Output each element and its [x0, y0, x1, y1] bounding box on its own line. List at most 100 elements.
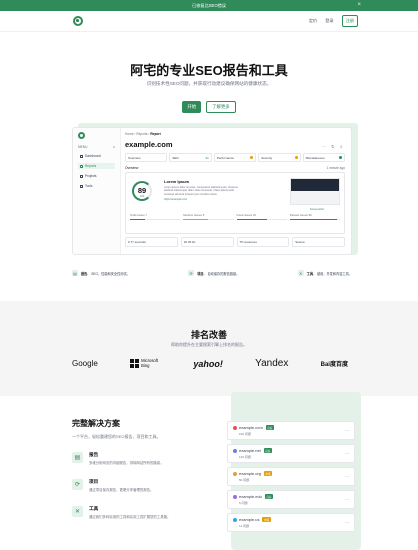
tab-performance[interactable]: Performance — [213, 153, 257, 162]
stat-resources: 75 resources — [236, 237, 290, 247]
tab-security[interactable]: Security — [258, 153, 301, 162]
more-icon[interactable]: ⋯ — [345, 474, 349, 479]
breadcrumb-current: Report — [150, 132, 161, 136]
report-toolbar: ⋯ ↻ ⇩ — [322, 144, 343, 149]
solution-desc: 通过我们多种实用的工具和实用工具扩展您的工具箱。 — [89, 515, 171, 519]
start-button[interactable]: 开始 — [182, 101, 202, 113]
more-icon[interactable]: ⋯ — [345, 497, 349, 502]
status-dot-icon — [250, 155, 254, 159]
site-card-header: example.us 中等 — [233, 517, 349, 522]
feature-tools: ✕ 工具. 被用，开发和内容工具。 — [297, 270, 352, 276]
metric-bar-fill — [183, 219, 209, 221]
site-card[interactable]: example.edu 良好 5 问题 ⋯ — [227, 490, 355, 509]
solution-desc: 通过项目保存报告，更便分享管理的报告。 — [89, 488, 154, 492]
solutions-subtitle: 一个平台，轻松重建您的SEO报告，项目和工具。 — [72, 434, 161, 439]
tab-miscellaneous[interactable]: Miscellaneous — [302, 153, 346, 162]
projects-icon — [80, 174, 83, 178]
stat-security: Secure — [292, 237, 345, 247]
more-icon[interactable]: ⋯ — [345, 428, 349, 433]
metric-value: 96 — [308, 213, 312, 217]
preview-sidebar: MENU ≡ Dashboard Reports Projects Tools — [73, 128, 121, 254]
project-icon: ⟳ — [188, 270, 195, 276]
announcement-text[interactable]: 已修复比SEO错误 — [192, 3, 226, 9]
metric-label: Passed issues — [289, 213, 308, 217]
site-domain[interactable]: example.com — [239, 425, 263, 430]
feature-text: 被用，开发和内容工具。 — [316, 271, 352, 276]
tab-score: 91 — [205, 155, 209, 160]
metric-bar-fill — [130, 219, 146, 221]
refresh-icon[interactable]: ↻ — [331, 144, 334, 149]
overview-timestamp: 1 minute ago — [326, 166, 345, 170]
sidebar-item-label: Reports — [85, 164, 97, 168]
site-url-link[interactable]: https://example.com — [164, 198, 238, 201]
more-icon[interactable]: ⋯ — [322, 144, 326, 149]
feature-text: 自动保存的报告链接。 — [207, 271, 240, 276]
metric-bar — [289, 219, 340, 221]
logo-icon[interactable] — [73, 16, 83, 26]
tab-seo[interactable]: SEO 91 — [169, 153, 212, 162]
stat-page-size: 32.35 kb — [180, 237, 234, 247]
metric-bar — [236, 219, 287, 221]
ranking-title: 排名改善 — [190, 330, 227, 340]
breadcrumb-reports[interactable]: Reports — [136, 132, 147, 136]
tools-icon: ✕ — [72, 506, 83, 517]
favicon-icon — [233, 494, 237, 499]
site-domain[interactable]: example.net — [239, 448, 261, 453]
bing-label: Microsoft Bing — [141, 358, 159, 368]
solutions-title: 完整解决方案 — [72, 419, 120, 428]
sidebar-item-tools[interactable]: Tools — [78, 183, 115, 189]
tab-label: Miscellaneous — [305, 155, 325, 160]
site-card-header: example.net 良好 — [233, 448, 349, 453]
signup-button[interactable]: 注册 — [341, 15, 358, 27]
search-engine-logos: Google Microsoft Bing yahoo! Yandex Bai度… — [72, 358, 348, 369]
tools-icon: ✕ — [297, 270, 304, 276]
site-domain[interactable]: example.edu — [239, 494, 262, 499]
site-card-header: example.org 中等 — [233, 471, 349, 476]
site-domain[interactable]: example.org — [239, 471, 261, 476]
nav-pricing-link[interactable]: 定价 — [309, 18, 317, 24]
sidebar-item-dashboard[interactable]: Dashboard — [78, 153, 115, 159]
preview-main: Home › Reports › Report example.com ⋯ ↻ … — [125, 132, 346, 250]
favicon-icon — [233, 425, 237, 430]
solution-reports: ▤ 报告 多维分析网页的详细报告，排除网站所有的隐患。 — [72, 452, 164, 465]
metric-value: 7 — [145, 213, 147, 217]
report-icon: ▤ — [72, 452, 83, 463]
stats-row: 0.77 seconds 32.35 kb 75 resources Secur… — [125, 237, 345, 247]
menu-toggle-icon[interactable]: ≡ — [113, 145, 115, 149]
favicon-icon — [233, 471, 237, 476]
site-domain[interactable]: example.us — [239, 517, 259, 522]
sidebar-item-label: Dashboard — [85, 154, 101, 158]
site-issues: 123 问题 — [239, 455, 251, 459]
learn-more-button[interactable]: 了解更多 — [206, 101, 236, 113]
report-tabs: Overview SEO 91 Performance Security Misc… — [125, 153, 346, 162]
sidebar-item-reports[interactable]: Reports — [78, 163, 115, 169]
more-icon[interactable]: ⋯ — [345, 520, 349, 525]
close-icon[interactable]: × — [357, 2, 361, 8]
site-screenshot — [290, 178, 340, 205]
download-icon[interactable]: ⇩ — [340, 144, 343, 149]
overview-header: Overview 1 minute ago — [125, 166, 345, 170]
tab-label: Overview — [128, 155, 141, 160]
site-card[interactable]: example.us 中等 11 问题 ⋯ — [227, 513, 355, 532]
metric-passed: Passed issues 96 — [289, 213, 340, 221]
metric-bar-fill — [289, 219, 338, 221]
nav-login-link[interactable]: 登录 — [325, 18, 333, 24]
tools-icon — [80, 184, 83, 188]
status-badge: 良好 — [264, 494, 274, 499]
site-card[interactable]: example.net 良好 123 问题 ⋯ — [227, 444, 355, 463]
site-issues: 11 问题 — [239, 524, 249, 528]
site-summary: Lorem Ipsum Lorem ipsum dolor sit amet, … — [164, 179, 238, 201]
report-domain: example.com — [125, 140, 173, 149]
tab-overview[interactable]: Overview — [125, 153, 168, 162]
site-card[interactable]: example.com 良好 100 问题 ⋯ — [227, 421, 355, 440]
solution-projects: ⟳ 项目 通过项目保存报告，更便分享管理的报告。 — [72, 479, 153, 492]
score-ring: 89 100 — [132, 181, 152, 201]
more-icon[interactable]: ⋯ — [345, 451, 349, 456]
solution-desc: 多维分析网页的详细报告，排除网站所有的隐患。 — [89, 461, 164, 465]
metric-label: Fixed issues — [236, 213, 253, 217]
site-card[interactable]: example.org 中等 50 问题 ⋯ — [227, 467, 355, 486]
dashboard-icon — [80, 154, 83, 158]
breadcrumb-home[interactable]: Home — [125, 132, 134, 136]
sidebar-item-projects[interactable]: Projects — [78, 173, 115, 179]
metric-bar — [130, 219, 181, 221]
